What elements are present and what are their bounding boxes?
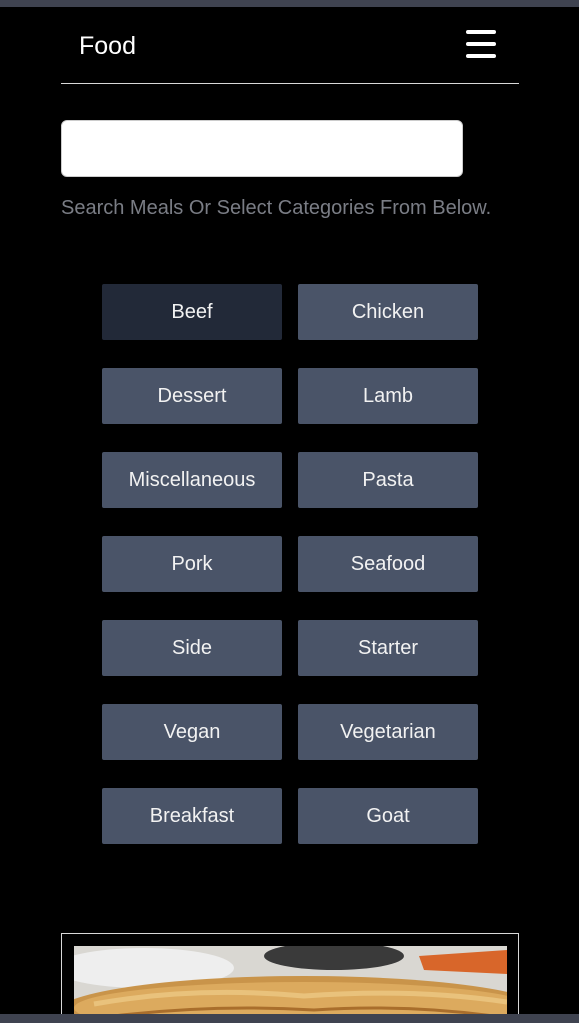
category-button-pasta[interactable]: Pasta [298,452,478,508]
category-button-pork[interactable]: Pork [102,536,282,592]
category-button-miscellaneous[interactable]: Miscellaneous [102,452,282,508]
site-header: Food [61,7,519,84]
category-button-vegan[interactable]: Vegan [102,704,282,760]
hamburger-menu-icon[interactable] [466,30,496,58]
brand-title[interactable]: Food [79,31,136,61]
search-helper-text: Search Meals Or Select Categories From B… [61,197,492,219]
meal-image[interactable] [74,946,507,1022]
category-button-breakfast[interactable]: Breakfast [102,788,282,844]
bottom-bar [0,1014,579,1023]
category-button-lamb[interactable]: Lamb [298,368,478,424]
search-input[interactable] [61,120,463,177]
meal-card[interactable] [61,933,519,1023]
meal-photo-illustration [74,946,507,1022]
category-grid: Beef Chicken Dessert Lamb Miscellaneous … [102,284,478,844]
category-button-goat[interactable]: Goat [298,788,478,844]
category-button-seafood[interactable]: Seafood [298,536,478,592]
category-button-dessert[interactable]: Dessert [102,368,282,424]
category-button-starter[interactable]: Starter [298,620,478,676]
category-button-beef[interactable]: Beef [102,284,282,340]
category-button-vegetarian[interactable]: Vegetarian [298,704,478,760]
category-button-chicken[interactable]: Chicken [298,284,478,340]
top-status-bar [0,0,579,7]
category-button-side[interactable]: Side [102,620,282,676]
